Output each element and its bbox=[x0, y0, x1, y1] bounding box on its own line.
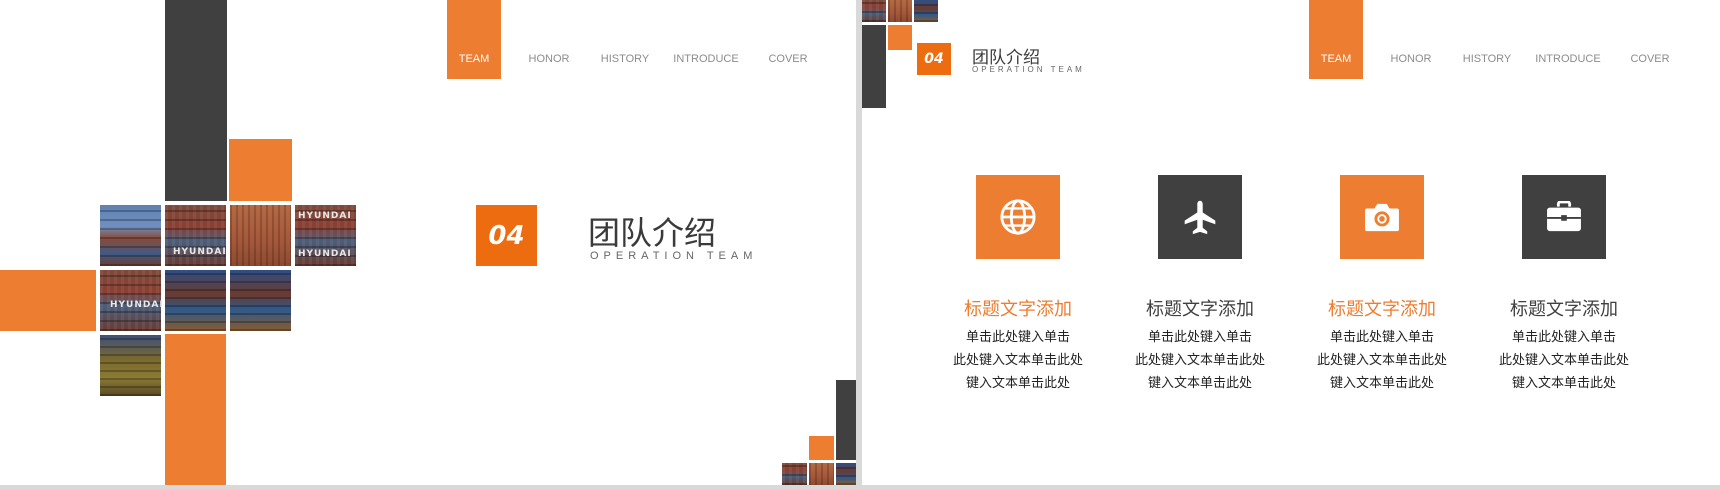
nav-item-history[interactable]: HISTORY bbox=[590, 53, 660, 73]
card-body-line: 单击此处键入单击 bbox=[1147, 330, 1252, 345]
container-photo-label: HYUNDAI bbox=[298, 211, 352, 221]
orange-corner-square bbox=[809, 436, 834, 460]
card-body-line: 单击此处键入单击 bbox=[965, 330, 1070, 345]
dark-corner-bar bbox=[836, 380, 856, 460]
nav-item-cover[interactable]: COVER bbox=[1617, 53, 1683, 73]
camera-icon bbox=[1365, 203, 1399, 232]
slide-operation-team: 04 团队介绍 OPERATION TEAM TEAM HONOR HISTOR… bbox=[862, 0, 1720, 485]
nav-item-introduce[interactable]: INTRODUCE bbox=[668, 53, 744, 73]
section-number-badge: 04 bbox=[917, 43, 951, 75]
dark-vertical-bar bbox=[165, 0, 227, 201]
card-body-line: 键入文本单击此处 bbox=[1147, 376, 1252, 391]
card-title-2: 标题文字添加 bbox=[1146, 299, 1254, 320]
container-photo bbox=[836, 463, 856, 485]
container-photo bbox=[165, 270, 226, 331]
container-photo: HYUNDAI HYUNDAI bbox=[295, 205, 356, 266]
dark-corner-bar bbox=[862, 25, 886, 108]
container-photo bbox=[888, 0, 912, 22]
card-body-line: 键入文本单击此处 bbox=[1329, 376, 1434, 391]
nav-item-history[interactable]: HISTORY bbox=[1452, 53, 1522, 73]
globe-icon bbox=[1000, 199, 1036, 235]
nav-item-honor[interactable]: HONOR bbox=[1377, 53, 1445, 73]
card-body-4: 单击此处键入单击 此处键入文本单击此处 键入文本单击此处 bbox=[1479, 326, 1649, 395]
container-photo bbox=[100, 205, 161, 266]
slide-section-cover: HYUNDAI HYUNDAI HYUNDAI HYUNDAI TEAM HON… bbox=[0, 0, 856, 485]
card-body-line: 此处键入文本单击此处 bbox=[1498, 353, 1629, 368]
card-icon-box-2[interactable] bbox=[1158, 175, 1242, 259]
airplane-icon bbox=[1184, 200, 1216, 235]
card-body-1: 单击此处键入单击 此处键入文本单击此处 键入文本单击此处 bbox=[933, 326, 1103, 395]
card-body-line: 单击此处键入单击 bbox=[1329, 330, 1434, 345]
orange-block-left bbox=[0, 270, 96, 331]
card-icon-box-4[interactable] bbox=[1522, 175, 1606, 259]
container-photo-label: HYUNDAI bbox=[298, 249, 352, 259]
orange-corner-square bbox=[888, 25, 912, 50]
card-title-4: 标题文字添加 bbox=[1510, 299, 1618, 320]
card-body-line: 此处键入文本单击此处 bbox=[1134, 353, 1265, 368]
container-photo bbox=[782, 463, 807, 485]
container-photo-label: HYUNDAI bbox=[110, 300, 164, 310]
card-body-line: 单击此处键入单击 bbox=[1511, 330, 1616, 345]
card-icon-box-1[interactable] bbox=[976, 175, 1060, 259]
container-photo bbox=[862, 0, 886, 22]
section-subtitle: OPERATION TEAM bbox=[590, 250, 758, 262]
nav-item-cover[interactable]: COVER bbox=[755, 53, 821, 73]
section-number-badge: 04 bbox=[476, 205, 537, 266]
card-body-line: 此处键入文本单击此处 bbox=[1316, 353, 1447, 368]
card-body-3: 单击此处键入单击 此处键入文本单击此处 键入文本单击此处 bbox=[1297, 326, 1467, 395]
section-title: 团队介绍 bbox=[588, 214, 717, 252]
orange-square-top bbox=[229, 139, 292, 201]
card-body-line: 此处键入文本单击此处 bbox=[952, 353, 1083, 368]
nav-item-honor[interactable]: HONOR bbox=[515, 53, 583, 73]
orange-vertical-bar bbox=[165, 334, 226, 485]
nav-item-team[interactable]: TEAM bbox=[447, 53, 501, 73]
card-body-line: 键入文本单击此处 bbox=[1511, 376, 1616, 391]
card-icon-box-3[interactable] bbox=[1340, 175, 1424, 259]
card-title-1: 标题文字添加 bbox=[964, 299, 1072, 320]
container-photo: HYUNDAI bbox=[100, 270, 164, 331]
container-photo bbox=[914, 0, 938, 22]
container-photo bbox=[230, 270, 291, 331]
section-subtitle: OPERATION TEAM bbox=[972, 65, 1085, 74]
card-title-3: 标题文字添加 bbox=[1328, 299, 1436, 320]
nav-item-introduce[interactable]: INTRODUCE bbox=[1530, 53, 1606, 73]
container-photo bbox=[809, 463, 834, 485]
container-photo bbox=[230, 205, 291, 266]
container-photo: HYUNDAI bbox=[165, 205, 226, 266]
card-body-2: 单击此处键入单击 此处键入文本单击此处 键入文本单击此处 bbox=[1115, 326, 1285, 395]
container-photo bbox=[100, 335, 161, 396]
container-photo-label: HYUNDAI bbox=[173, 247, 227, 257]
briefcase-icon bbox=[1547, 201, 1581, 232]
card-body-line: 键入文本单击此处 bbox=[965, 376, 1070, 391]
nav-item-team[interactable]: TEAM bbox=[1309, 53, 1363, 73]
